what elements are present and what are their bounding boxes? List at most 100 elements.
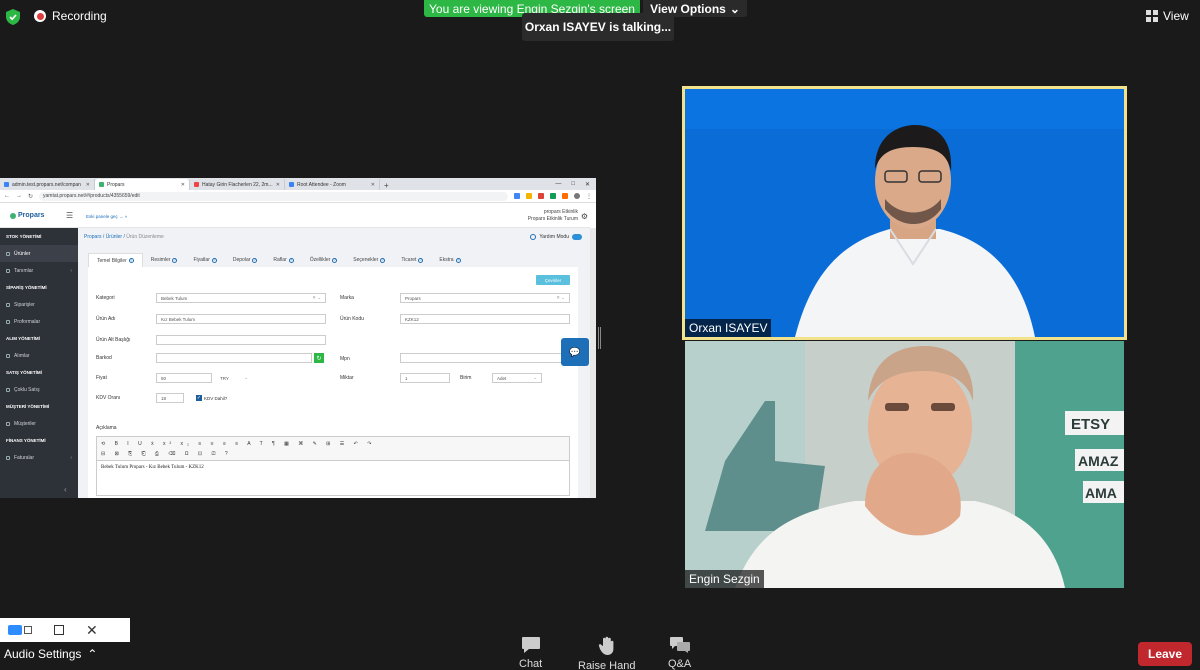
- editor-content[interactable]: Bebek Tulum Propars - Kız Bebek Tulum - …: [97, 461, 569, 474]
- video-tile-participant[interactable]: ETSY AMAZ AMA Engin Sezgin: [685, 341, 1124, 588]
- quantity-input[interactable]: 1: [400, 373, 450, 383]
- page-scrollbar[interactable]: [590, 228, 596, 498]
- close-icon[interactable]: ✕: [181, 182, 185, 188]
- breadcrumb-item[interactable]: Propars: [84, 234, 102, 240]
- zoom-app-icon[interactable]: [8, 625, 32, 635]
- tab-shelves[interactable]: Raflar?: [265, 253, 301, 267]
- sidebar-item-multi-sales[interactable]: Çoklu Satış: [0, 381, 78, 398]
- sidebar-item-customers[interactable]: Müşteriler: [0, 415, 78, 432]
- sidebar-item-definitions[interactable]: Tanımlar ‹: [0, 262, 78, 279]
- help-icon: ?: [380, 257, 386, 263]
- hamburger-menu-icon[interactable]: ☰: [66, 211, 73, 220]
- sales-icon: [6, 387, 10, 392]
- profile-avatar[interactable]: [574, 193, 580, 199]
- description-editor[interactable]: ⟲ B I U ẋ x² x₂ ≡ ≡ ≡ ≡ A T ¶ ▦ ⌘ ✎ ⊞ ☰ …: [96, 436, 570, 496]
- gear-icon[interactable]: ⚙: [581, 212, 588, 221]
- close-window-icon[interactable]: ✕: [585, 181, 590, 188]
- qa-icon: [669, 637, 690, 653]
- split-view-handle[interactable]: [598, 327, 601, 349]
- address-bar-row: ← → ↻ yamtat.propars.net/#/products/4355…: [0, 190, 596, 203]
- forward-icon[interactable]: →: [16, 193, 22, 199]
- tab-basic-info[interactable]: Temel Bilgiler?: [88, 253, 143, 267]
- close-icon[interactable]: ✕: [86, 622, 98, 639]
- chat-button[interactable]: Chat: [519, 636, 542, 670]
- tab-warehouses[interactable]: Depolar?: [225, 253, 266, 267]
- product-code-input[interactable]: KZK12: [400, 314, 570, 324]
- video-tile-active-speaker[interactable]: Orxan ISAYEV: [682, 86, 1127, 340]
- tab-prices[interactable]: Fiyatlar?: [185, 253, 224, 267]
- clear-select-icon[interactable]: ✕ ⌄: [312, 295, 321, 301]
- extension-icon[interactable]: [550, 193, 556, 199]
- translations-button[interactable]: Çeviriler: [536, 275, 570, 285]
- url-field[interactable]: yamtat.propars.net/#/products/4355659/ed…: [39, 191, 508, 201]
- currency-select[interactable]: TRY ⌄: [216, 373, 252, 383]
- editor-toolbar[interactable]: ⟲ B I U ẋ x² x₂ ≡ ≡ ≡ ≡ A T ¶ ▦ ⌘ ✎ ⊞ ☰ …: [97, 437, 569, 461]
- shared-screen[interactable]: admin.test.propars.net/compan ✕ Propars ✕ …: [0, 178, 596, 498]
- old-panel-link[interactable]: Eski panele geç → »: [86, 214, 127, 219]
- tab-images[interactable]: Resimler?: [143, 253, 186, 267]
- currency-value: TRY: [220, 375, 229, 381]
- barcode-input[interactable]: [156, 353, 312, 363]
- browser-tab-active[interactable]: Propars ✕: [95, 179, 190, 190]
- new-tab-icon[interactable]: +: [380, 181, 393, 190]
- sidebar-item-purchases[interactable]: Alımlar: [0, 347, 78, 364]
- toggle-switch[interactable]: [572, 234, 582, 240]
- view-button[interactable]: View: [1146, 9, 1189, 23]
- audio-settings-button[interactable]: Audio Settings ⌃: [4, 647, 97, 661]
- tab-attributes[interactable]: Özellikler?: [302, 253, 346, 267]
- browser-tab[interactable]: Root Attendee - Zoom ✕: [285, 179, 380, 190]
- recording-indicator[interactable]: Recording: [34, 9, 107, 23]
- close-icon[interactable]: ✕: [371, 182, 375, 188]
- sidebar-item-products[interactable]: Ürünler: [0, 245, 78, 262]
- menu-dots-icon[interactable]: ⋮: [586, 193, 592, 200]
- minimize-icon[interactable]: —: [555, 181, 561, 188]
- logo-text: Propars: [18, 212, 45, 219]
- brand-select[interactable]: Propars ✕ ⌄: [400, 293, 570, 303]
- tab-commerce[interactable]: Ticaret?: [393, 253, 431, 267]
- qa-label: Q&A: [668, 658, 692, 670]
- tab-extra[interactable]: Ekstra?: [431, 253, 468, 267]
- extension-icon[interactable]: [538, 193, 544, 199]
- breadcrumb-item[interactable]: Ürünler: [106, 234, 122, 240]
- extension-icon[interactable]: [562, 193, 568, 199]
- help-icon: ?: [418, 257, 424, 263]
- sidebar-item-invoices[interactable]: Faturalar ‹: [0, 449, 78, 466]
- sidebar-item-proformas[interactable]: Proformalar: [0, 313, 78, 330]
- qa-button[interactable]: Q&A: [668, 636, 691, 670]
- extension-icon[interactable]: [526, 193, 532, 199]
- close-icon[interactable]: ✕: [86, 182, 90, 188]
- raise-hand-button[interactable]: Raise Hand: [578, 636, 635, 670]
- product-name-input[interactable]: Kız Bebek Tulum: [156, 314, 326, 324]
- restore-window-icon[interactable]: [54, 625, 64, 635]
- chevron-down-icon: ⌄: [533, 375, 537, 380]
- close-icon[interactable]: ✕: [276, 182, 280, 188]
- mpn-input[interactable]: [400, 353, 570, 363]
- subtitle-input[interactable]: [156, 335, 326, 345]
- sidebar-item-orders[interactable]: Siparişler: [0, 296, 78, 313]
- extension-icon[interactable]: [514, 193, 520, 199]
- price-input[interactable]: 50: [156, 373, 212, 383]
- browser-tab[interactable]: admin.test.propars.net/compan ✕: [0, 179, 95, 190]
- tag-icon: [6, 268, 10, 273]
- propars-logo[interactable]: Propars: [10, 212, 44, 219]
- account-info[interactable]: propars Etkinlik Propars Etkinlik Turum: [528, 209, 578, 223]
- collapse-sidebar-icon[interactable]: ‹: [64, 485, 67, 494]
- help-mode-toggle[interactable]: Yardım Modu: [530, 234, 582, 240]
- refresh-barcode-icon[interactable]: ↻: [314, 353, 324, 363]
- encryption-shield-icon[interactable]: [6, 9, 20, 25]
- clear-select-icon[interactable]: ✕ ⌄: [556, 295, 565, 301]
- users-icon: [6, 421, 10, 426]
- vat-rate-input[interactable]: 18: [156, 393, 184, 403]
- category-select[interactable]: Bebek Tulum ✕ ⌄: [156, 293, 326, 303]
- reload-icon[interactable]: ↻: [28, 193, 33, 200]
- raise-hand-icon: [598, 636, 614, 655]
- back-icon[interactable]: ←: [4, 193, 10, 199]
- browser-tab[interactable]: Hatay Girin Flacherlen 22, 2m... ✕: [190, 179, 285, 190]
- product-tabs: Temel Bilgiler? Resimler? Fiyatlar? Depo…: [88, 253, 469, 267]
- tab-options[interactable]: Seçenekler?: [345, 253, 393, 267]
- maximize-icon[interactable]: □: [571, 181, 575, 188]
- leave-button[interactable]: Leave: [1138, 642, 1192, 666]
- chat-widget-icon[interactable]: 💬: [561, 338, 589, 366]
- unit-select[interactable]: Adet ⌄: [492, 373, 542, 383]
- vat-included-checkbox[interactable]: ✓ KDV Dahil?: [196, 395, 227, 401]
